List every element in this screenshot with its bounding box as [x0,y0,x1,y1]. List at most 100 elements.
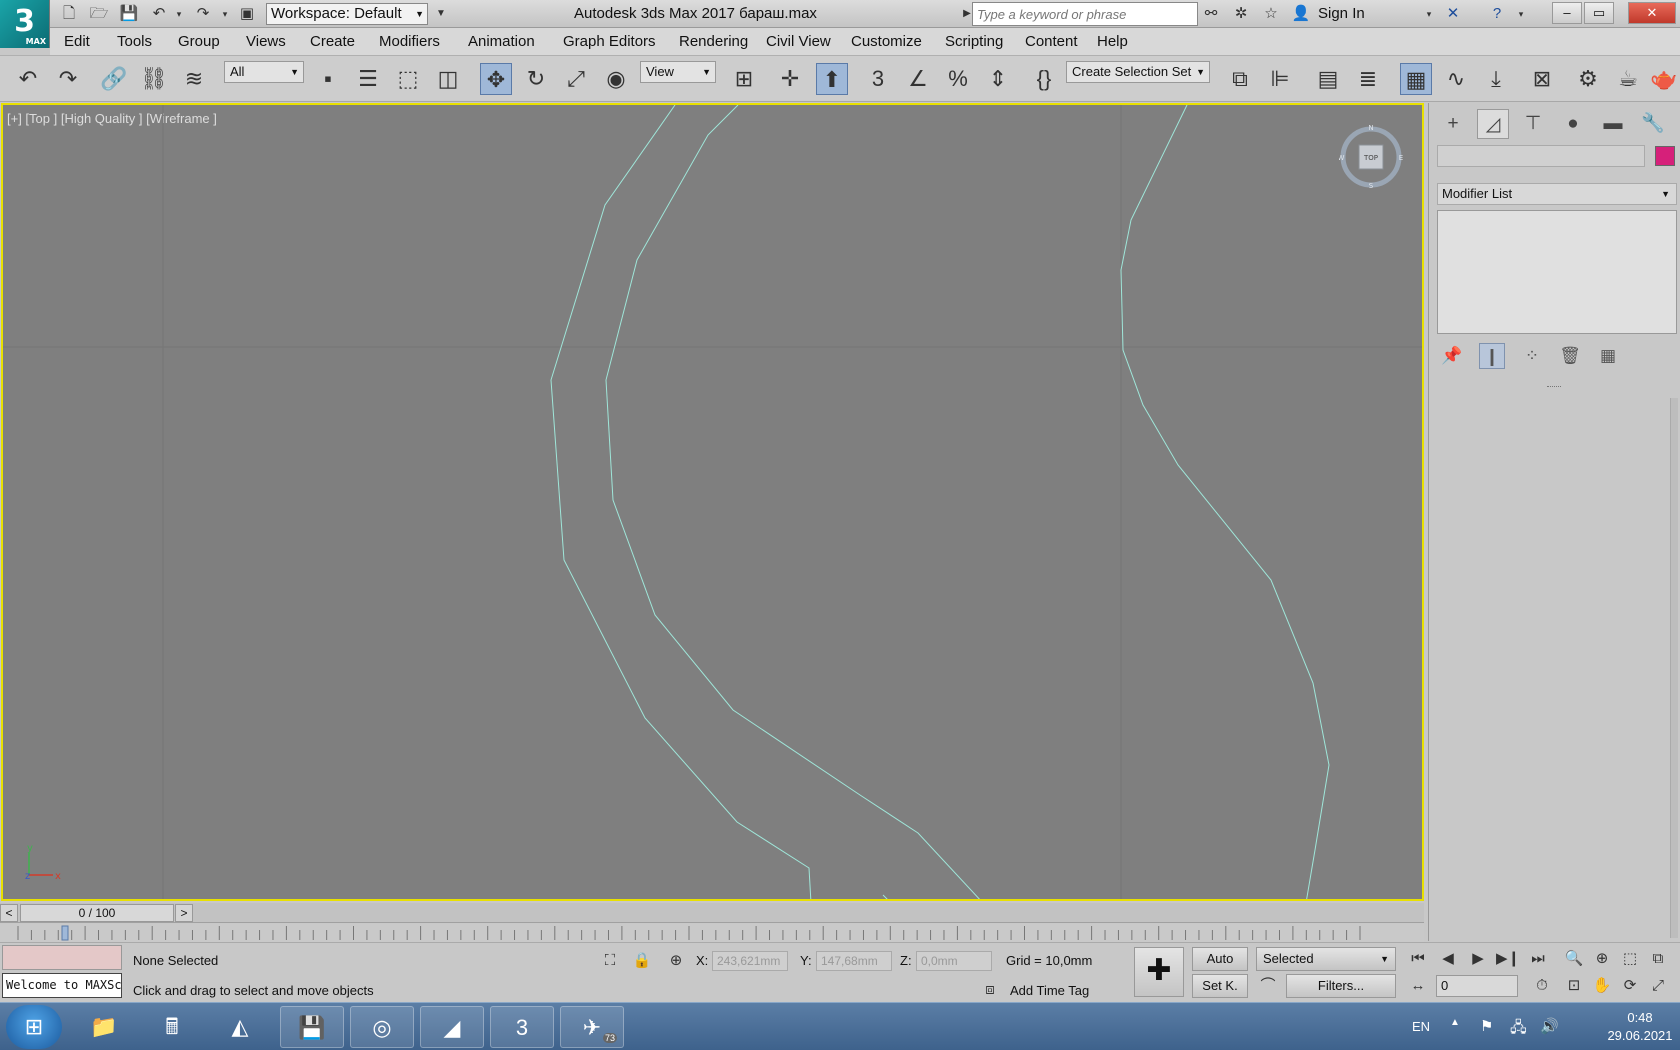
network-icon[interactable]: 🖧 [1510,1017,1527,1042]
current-frame-marker[interactable] [61,925,69,941]
material-editor-icon[interactable]: ⊠ [1526,63,1558,95]
help-dropdown-icon[interactable]: ▾ [1510,3,1532,25]
show-end-result-icon[interactable]: ❙ [1479,343,1505,369]
bind-space-warp-icon[interactable]: ≋ [178,63,210,95]
3ds-max-taskbar-icon[interactable]: 3 [490,1006,554,1048]
menu-civil-view[interactable]: Civil View [766,33,831,50]
render-frame-icon[interactable]: ☕ [1612,63,1644,95]
clock[interactable]: 0:48 29.06.2021 [1600,1009,1680,1045]
set-key-plus-button[interactable]: ✚ [1134,947,1184,997]
menu-scripting[interactable]: Scripting [945,33,1003,50]
menu-graph-editors[interactable]: Graph Editors [563,33,656,50]
select-and-rotate-icon[interactable]: ↻ [520,63,552,95]
undo-dropdown-icon[interactable]: ▾ [168,3,190,25]
select-and-place-icon[interactable]: ◉ [600,63,632,95]
play-icon[interactable]: ▶ [1466,947,1490,971]
reference-coordinate-dropdown[interactable]: View ▼ [640,61,716,83]
binoculars-icon[interactable]: ⚯ [1200,3,1222,25]
key-filters-button[interactable]: Filters... [1286,974,1396,998]
time-slider-next-button[interactable]: > [175,904,193,922]
menu-modifiers[interactable]: Modifiers [379,33,440,50]
exchange-apps-icon[interactable]: ✕ [1442,3,1464,25]
time-configuration-icon[interactable]: ⏱ [1530,974,1554,998]
display-tab-icon[interactable]: ▬ [1597,109,1629,139]
workspace-dropdown[interactable]: Workspace: Default ▼ [266,3,428,25]
set-key-button[interactable]: Set K. [1192,974,1248,998]
rectangular-selection-icon[interactable]: ⬚ [392,63,424,95]
menu-create[interactable]: Create [310,33,355,50]
user-icon[interactable]: 👤 [1290,3,1312,25]
key-mode-dropdown[interactable]: Selected ▼ [1256,947,1396,971]
redo-icon[interactable]: ↷ [192,3,214,25]
help-icon[interactable]: ? [1486,3,1508,25]
menu-help[interactable]: Help [1097,33,1128,50]
key-mode-toggle-icon[interactable]: ↔ [1406,974,1430,998]
calculator-icon[interactable]: 🖩 [140,1006,204,1048]
select-by-name-icon[interactable]: ☰ [352,63,384,95]
percent-snap-icon[interactable]: % [942,63,974,95]
modifier-stack[interactable] [1437,210,1677,334]
utilities-tab-icon[interactable]: 🔧 [1637,109,1669,139]
selection-lock-icon[interactable]: 🔒 [630,949,654,973]
file-explorer-icon[interactable]: 📁 [72,1006,136,1048]
select-manipulate-icon[interactable]: ✛ [774,63,806,95]
angle-snap-icon[interactable]: ∠ [902,63,934,95]
undo-icon[interactable]: ↶ [12,63,44,95]
snaps-toggle-icon[interactable]: 3 [862,63,894,95]
viewcube[interactable]: TOP N S E W [1339,125,1403,189]
maxscript-listener-output[interactable] [2,945,122,970]
action-center-flag-icon[interactable]: ⚑ [1480,1017,1493,1035]
auto-key-button[interactable]: Auto [1192,947,1248,971]
orbit-icon[interactable]: ⟳ [1618,974,1642,998]
favorites-star-icon[interactable]: ☆ [1260,3,1282,25]
maximize-button[interactable]: ▭ [1584,2,1614,24]
absolute-mode-icon[interactable]: ⊕ [664,949,688,973]
application-menu-button[interactable]: 3 MAX [0,0,50,48]
spinner-snap-icon[interactable]: ⇕ [982,63,1014,95]
keyboard-shortcut-override-icon[interactable]: ⬆ [816,63,848,95]
menu-group[interactable]: Group [178,33,220,50]
menu-views[interactable]: Views [246,33,286,50]
curve-editor-icon[interactable]: ∿ [1440,63,1472,95]
add-time-tag-button[interactable]: Add Time Tag [1010,983,1089,998]
select-and-scale-icon[interactable]: ⤢ [560,63,592,95]
modifier-list-dropdown[interactable]: Modifier List ▼ [1437,183,1677,205]
menu-customize[interactable]: Customize [851,33,922,50]
spline-right[interactable] [1120,105,1330,901]
object-name-input[interactable] [1437,145,1645,167]
subscription-icon[interactable]: ✲ [1230,3,1252,25]
object-color-swatch[interactable] [1655,146,1675,166]
next-frame-icon[interactable]: ▶❙ [1496,947,1520,971]
z-coordinate-field[interactable]: 0,0mm [916,951,992,971]
zoom-extents-icon[interactable]: ⬚ [1618,947,1642,971]
x-coordinate-field[interactable]: 243,621mm [712,951,788,971]
go-to-start-icon[interactable]: ⏮ [1406,947,1430,971]
menu-edit[interactable]: Edit [64,33,90,50]
tray-overflow-icon[interactable]: ▲ [1450,1017,1460,1028]
redo-dropdown-icon[interactable]: ▾ [214,3,236,25]
render-setup-icon[interactable]: ⚙ [1572,63,1604,95]
ribbon-toggle-icon[interactable]: ▦ [1400,63,1432,95]
edit-named-selection-icon[interactable]: {} [1028,63,1060,95]
layer-explorer-icon[interactable]: ≣ [1352,63,1384,95]
top-viewport[interactable]: [+] [Top ] [High Quality ] [Wireframe ] … [1,103,1424,901]
selection-filter-dropdown[interactable]: All ▼ [224,61,304,83]
unlink-icon[interactable]: ⛓ [138,63,170,95]
create-tab-icon[interactable]: + [1437,109,1469,139]
modify-tab-icon[interactable]: ◿ [1477,109,1509,139]
named-selection-set-dropdown[interactable]: Create Selection Set ▼ [1066,61,1210,83]
hierarchy-tab-icon[interactable]: ⊤ [1517,109,1549,139]
time-slider-prev-button[interactable]: < [0,904,18,922]
align-icon[interactable]: ⊫ [1264,63,1296,95]
track-bar[interactable] [0,924,1424,942]
time-slider-thumb[interactable]: 0 / 100 [20,904,174,922]
spline-left-outer[interactable] [550,105,812,901]
minimize-button[interactable]: – [1552,2,1582,24]
window-crossing-icon[interactable]: ◫ [432,63,464,95]
key-tangent-icon[interactable]: ⌒ [1256,974,1280,998]
undo-icon[interactable]: ↶ [148,3,170,25]
schematic-view-icon[interactable]: ⤓ [1480,63,1512,95]
save-file-icon[interactable]: 💾 [118,3,140,25]
sign-in-link[interactable]: Sign In [1318,5,1365,22]
motion-tab-icon[interactable]: ● [1557,109,1589,139]
